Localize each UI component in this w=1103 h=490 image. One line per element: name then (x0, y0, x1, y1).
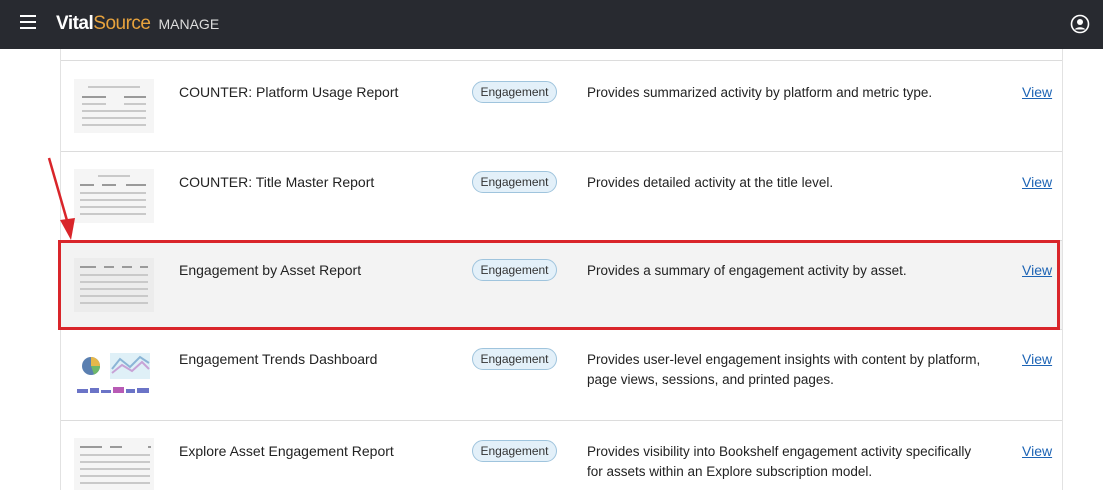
report-title: COUNTER: Platform Usage Report (179, 84, 399, 100)
category-badge[interactable]: Engagement (472, 348, 557, 370)
category-badge[interactable]: Engagement (472, 81, 557, 103)
report-title: Engagement Trends Dashboard (179, 351, 378, 367)
view-report-link[interactable]: View (1022, 84, 1052, 100)
report-description: Provides user-level engagement insights … (587, 352, 981, 387)
report-thumbnail (74, 79, 154, 133)
report-title: COUNTER: Title Master Report (179, 174, 375, 190)
report-row-title-master: COUNTER: Title Master Report Engagement … (61, 152, 1062, 240)
report-row-engagement-trends: Engagement Trends Dashboard Engagement P… (61, 330, 1062, 420)
brand-logo[interactable]: VitalSource MANAGE (56, 13, 219, 35)
view-report-link[interactable]: View (1022, 351, 1052, 367)
top-navigation-bar: VitalSource MANAGE (0, 0, 1103, 49)
report-row-explore-asset: Explore Asset Engagement Report Engageme… (61, 421, 1062, 490)
report-title: Explore Asset Engagement Report (179, 443, 394, 459)
category-badge[interactable]: Engagement (472, 440, 557, 462)
report-description: Provides summarized activity by platform… (587, 85, 933, 100)
brand-name-source: Source (93, 13, 151, 34)
brand-name-vital: Vital (56, 13, 94, 34)
report-description: Provides detailed activity at the title … (587, 175, 834, 190)
view-report-link[interactable]: View (1022, 443, 1052, 459)
report-row-platform-usage: COUNTER: Platform Usage Report Engagemen… (61, 61, 1062, 151)
selection-highlight-box (58, 240, 1060, 330)
dashboard-preview-graphic (77, 353, 150, 393)
view-report-link[interactable]: View (1022, 174, 1052, 190)
report-description: Provides visibility into Bookshelf engag… (587, 444, 972, 479)
user-account-icon[interactable] (1070, 14, 1090, 34)
annotation-arrow-icon (47, 157, 75, 240)
brand-product-name: MANAGE (158, 16, 220, 32)
category-badge[interactable]: Engagement (472, 171, 557, 193)
hamburger-menu-icon[interactable] (20, 15, 36, 29)
report-thumbnail (74, 347, 154, 401)
report-thumbnail (74, 438, 154, 490)
report-thumbnail (74, 169, 154, 223)
